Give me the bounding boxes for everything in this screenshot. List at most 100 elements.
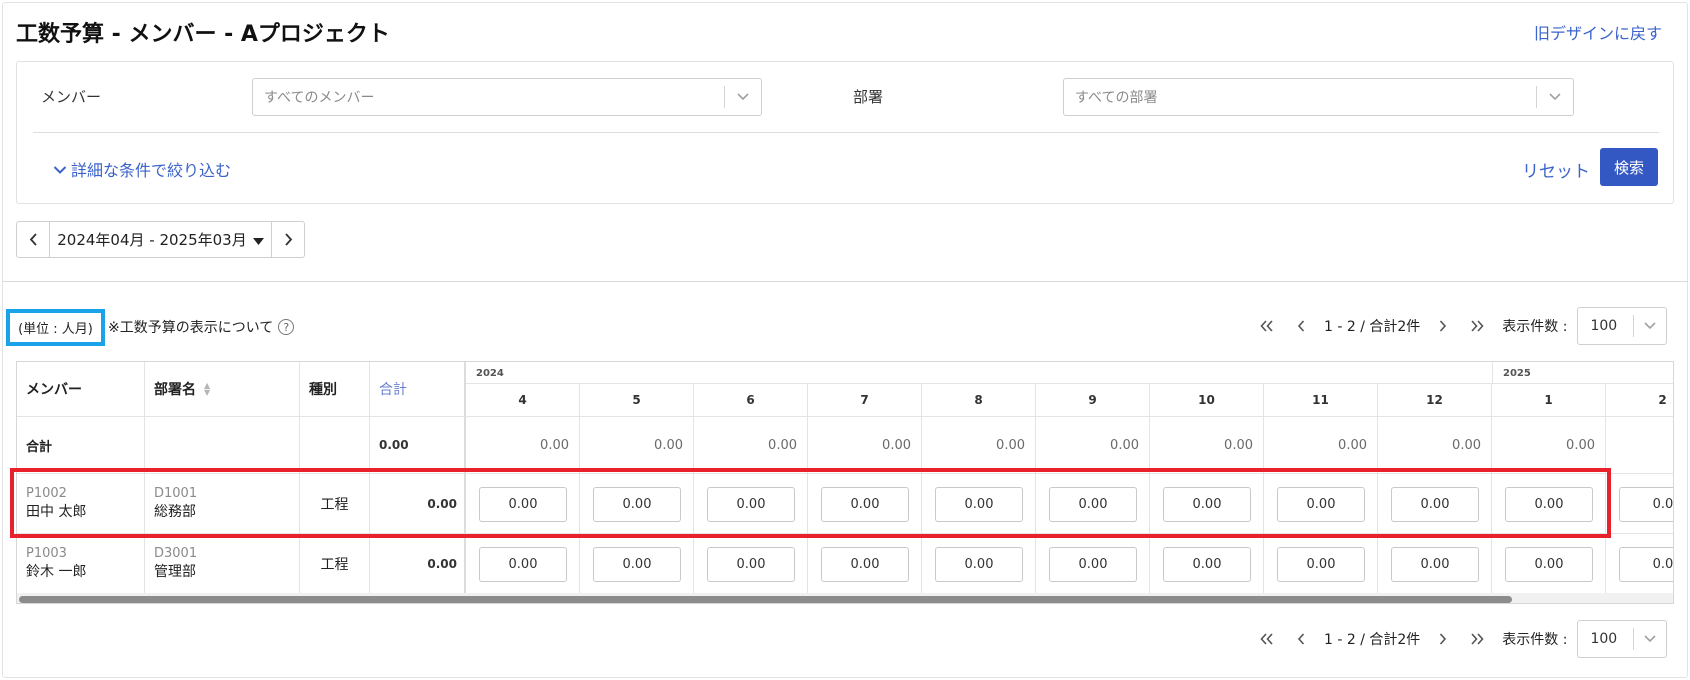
total-month-value: 0.00: [580, 417, 694, 474]
month-budget-input[interactable]: [479, 487, 567, 522]
month-budget-input[interactable]: [935, 487, 1023, 522]
search-button[interactable]: 検索: [1600, 148, 1658, 186]
scrollbar-thumb[interactable]: [19, 596, 1512, 603]
month-budget-input[interactable]: [935, 547, 1023, 582]
pagination-bottom: 1 - 2 / 合計2件 表示件数 : 100: [1250, 620, 1668, 658]
month-budget-input[interactable]: [479, 547, 567, 582]
month-input-cell: [466, 534, 580, 594]
period-dropdown[interactable]: 2024年04月 - 2025年03月: [49, 222, 272, 257]
row-total: 0.00: [370, 534, 466, 594]
section-divider: [2, 281, 1688, 282]
member-column-header: メンバー: [17, 362, 145, 417]
budget-note-text: ※工数予算の表示について: [108, 320, 274, 336]
member-select-placeholder: すべてのメンバー: [264, 90, 375, 106]
per-page-select[interactable]: 100: [1577, 307, 1668, 345]
department-header-label: 部署名: [154, 382, 196, 398]
month-budget-input[interactable]: [1163, 547, 1251, 582]
department-code: D1001: [154, 486, 198, 501]
total-month-value: 0.00: [1150, 417, 1264, 474]
member-name: 鈴木 一郎: [26, 564, 87, 580]
year-header-2024: 2024: [466, 362, 1493, 384]
month-budget-input[interactable]: [593, 547, 681, 582]
member-cell: P1003 鈴木 一郎: [17, 534, 145, 594]
month-input-cell: [1606, 534, 1673, 594]
member-select[interactable]: すべてのメンバー: [252, 78, 762, 116]
chevron-down-icon[interactable]: [1537, 93, 1573, 101]
month-budget-input[interactable]: [1277, 487, 1365, 522]
member-name: 田中 太郎: [26, 504, 87, 520]
type-cell: 工程: [300, 534, 370, 594]
chevron-down-icon: [53, 160, 67, 179]
chevron-down-icon[interactable]: [725, 93, 761, 101]
month-budget-input[interactable]: [1163, 487, 1251, 522]
department-cell: D3001 管理部: [145, 534, 300, 594]
budget-display-note-link[interactable]: ※工数予算の表示について ?: [108, 317, 295, 337]
first-page-icon[interactable]: [1250, 633, 1284, 645]
total-month-value: 0.00: [922, 417, 1036, 474]
total-month-value: 0.00: [808, 417, 922, 474]
month-budget-input[interactable]: [1505, 487, 1593, 522]
department-column-header[interactable]: 部署名 ▲ ▼: [145, 362, 300, 417]
month-budget-input[interactable]: [1391, 547, 1479, 582]
pagination-top: 1 - 2 / 合計2件 表示件数 : 100: [1250, 307, 1668, 345]
next-page-icon[interactable]: [1426, 320, 1460, 332]
filter-divider: [33, 132, 1659, 133]
type-column-header: 種別: [300, 362, 370, 417]
month-header: 10: [1150, 384, 1264, 417]
previous-period-button[interactable]: [17, 222, 49, 257]
filter-panel: メンバー すべてのメンバー 部署 すべての部署 詳細な条件で絞り込む リセット …: [16, 61, 1674, 204]
month-budget-input[interactable]: [1049, 487, 1137, 522]
month-header: 8: [922, 384, 1036, 417]
last-page-icon[interactable]: [1460, 633, 1494, 645]
per-page-select[interactable]: 100: [1577, 620, 1668, 658]
chevron-down-icon[interactable]: [1634, 322, 1666, 330]
department-sort[interactable]: 部署名 ▲ ▼: [154, 379, 210, 399]
month-header: 11: [1264, 384, 1378, 417]
previous-page-icon[interactable]: [1284, 633, 1318, 645]
month-input-cell: [922, 474, 1036, 534]
month-input-cell: [1492, 474, 1606, 534]
total-month-value: 0.00: [1492, 417, 1606, 474]
total-month-value: 0.00: [1036, 417, 1150, 474]
month-input-cell: [1036, 534, 1150, 594]
reset-button[interactable]: リセット: [1522, 157, 1590, 182]
month-input-cell: [1264, 474, 1378, 534]
month-budget-input[interactable]: [593, 487, 681, 522]
next-period-button[interactable]: [272, 222, 304, 257]
month-input-cell: [808, 534, 922, 594]
chevron-down-icon[interactable]: [1634, 635, 1666, 643]
per-page-value: 100: [1590, 318, 1618, 334]
total-row-label: 合計: [17, 417, 145, 474]
last-page-icon[interactable]: [1460, 320, 1494, 332]
horizontal-scrollbar[interactable]: [17, 593, 1673, 603]
first-page-icon[interactable]: [1250, 320, 1284, 332]
month-budget-input[interactable]: [1619, 547, 1673, 582]
month-header: 2: [1606, 384, 1673, 417]
month-input-cell: [580, 474, 694, 534]
advanced-filter-label: 詳細な条件で絞り込む: [71, 161, 232, 180]
month-budget-input[interactable]: [1391, 487, 1479, 522]
month-budget-input[interactable]: [821, 487, 909, 522]
help-icon[interactable]: ?: [278, 319, 295, 335]
per-page-label: 表示件数 :: [1502, 632, 1568, 648]
month-budget-input[interactable]: [707, 547, 795, 582]
advanced-filter-toggle[interactable]: 詳細な条件で絞り込む: [53, 157, 231, 181]
total-month-value: 0.00: [1264, 417, 1378, 474]
previous-page-icon[interactable]: [1284, 320, 1318, 332]
type-cell: 工程: [300, 474, 370, 534]
year-header-2025: 2025: [1493, 362, 1673, 384]
month-budget-input[interactable]: [707, 487, 795, 522]
next-page-icon[interactable]: [1426, 633, 1460, 645]
old-design-link[interactable]: 旧デザインに戻す: [1534, 20, 1662, 44]
month-budget-input[interactable]: [821, 547, 909, 582]
department-filter-label: 部署: [853, 88, 884, 106]
sort-icon[interactable]: ▲ ▼: [204, 382, 210, 397]
month-header: 12: [1378, 384, 1492, 417]
page-title: 工数予算 - メンバー - Aプロジェクト: [16, 22, 390, 47]
month-budget-input[interactable]: [1505, 547, 1593, 582]
month-budget-input[interactable]: [1049, 547, 1137, 582]
month-budget-input[interactable]: [1619, 487, 1673, 522]
page-range-text: 1 - 2 / 合計2件: [1324, 319, 1421, 335]
month-budget-input[interactable]: [1277, 547, 1365, 582]
department-select[interactable]: すべての部署: [1063, 78, 1574, 116]
